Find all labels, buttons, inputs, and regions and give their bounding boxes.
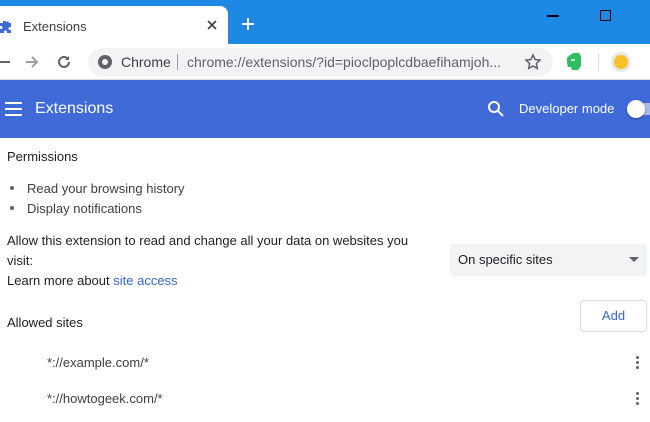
developer-mode-label: Developer mode	[519, 101, 615, 116]
puzzle-icon	[0, 21, 11, 33]
developer-mode-toggle-knob[interactable]	[627, 100, 645, 118]
search-icon[interactable]	[487, 100, 505, 118]
star-icon[interactable]	[524, 53, 542, 71]
site-access-description-cont: visit:	[7, 253, 33, 268]
page-title: Extensions	[35, 100, 114, 117]
permission-item: Read your browsing history	[27, 181, 185, 196]
omnibox-divider	[177, 54, 178, 70]
allowed-sites-heading: Allowed sites	[7, 315, 83, 330]
close-icon[interactable]	[205, 18, 219, 32]
permissions-heading: Permissions	[7, 149, 78, 164]
caret-down-icon	[629, 257, 639, 262]
site-access-link[interactable]: site access	[113, 273, 177, 288]
add-site-button[interactable]: Add	[580, 300, 647, 332]
chrome-site-icon	[98, 55, 112, 69]
allowed-site-item: *://example.com/*	[47, 355, 149, 370]
bullet-icon	[10, 206, 14, 210]
more-vert-icon[interactable]	[633, 392, 641, 408]
learn-more-prefix: Learn more about	[7, 273, 110, 288]
site-access-description: Allow this extension to read and change …	[7, 233, 409, 248]
tab-title: Extensions	[23, 19, 87, 34]
back-arrow-icon[interactable]	[0, 54, 10, 70]
permission-item: Display notifications	[27, 201, 142, 216]
forward-arrow-icon[interactable]	[24, 54, 40, 70]
allowed-site-item: *://howtogeek.com/*	[47, 391, 163, 406]
hamburger-icon[interactable]	[5, 102, 22, 116]
site-access-select[interactable]: On specific sites	[450, 244, 647, 276]
browser-toolbar: Chrome chrome://extensions/?id=pioclpopl…	[0, 44, 650, 80]
site-label: Chrome	[121, 54, 171, 70]
toolbar-divider	[598, 53, 599, 71]
maximize-icon[interactable]	[600, 10, 611, 21]
reload-icon[interactable]	[56, 54, 72, 70]
address-bar[interactable]: Chrome chrome://extensions/?id=pioclpopl…	[88, 48, 553, 76]
extensions-header: Extensions Developer mode	[0, 80, 650, 138]
tab-extensions[interactable]: Extensions	[0, 6, 228, 44]
more-vert-icon[interactable]	[633, 356, 641, 372]
url-text[interactable]: chrome://extensions/?id=pioclpoplcdbaefi…	[187, 54, 512, 70]
evernote-icon[interactable]	[565, 52, 583, 72]
learn-more-text: Learn more about site access	[7, 273, 178, 288]
plus-icon[interactable]	[240, 16, 256, 32]
tab-strip: Extensions	[0, 0, 650, 44]
avatar[interactable]	[611, 52, 631, 72]
bullet-icon	[10, 186, 14, 190]
minimize-icon[interactable]	[547, 15, 559, 17]
site-access-selected-value: On specific sites	[458, 252, 553, 267]
